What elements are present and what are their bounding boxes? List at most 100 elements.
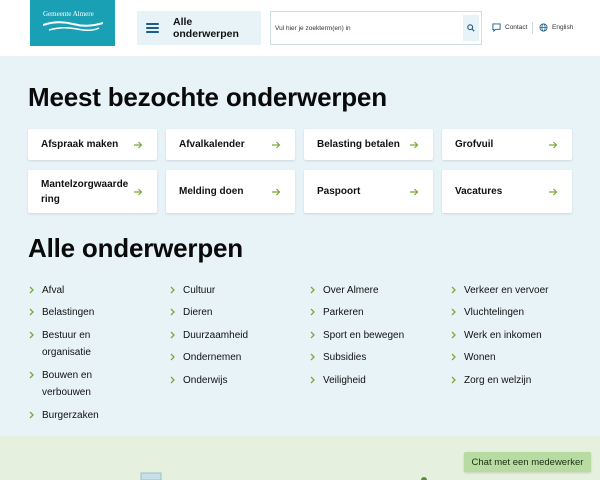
- topic-card-label: Afspraak maken: [41, 139, 119, 150]
- topic-link-label: Afval: [42, 285, 65, 296]
- search-box: [270, 11, 482, 45]
- topic-card-label: Paspoort: [317, 186, 361, 197]
- topic-link-bestuur-en-organisatie[interactable]: Bestuur en organisatie: [29, 327, 119, 361]
- topic-link-label: Burgerzaken: [42, 410, 99, 421]
- topic-link-ondernemen[interactable]: Ondernemen: [170, 349, 241, 366]
- topic-link-vluchtelingen[interactable]: Vluchtelingen: [451, 304, 524, 321]
- arrow-right-icon: [549, 188, 558, 195]
- chevron-right-icon: [451, 286, 456, 294]
- search-button[interactable]: [463, 15, 479, 41]
- chevron-right-icon: [29, 371, 34, 379]
- topic-link-duurzaamheid[interactable]: Duurzaamheid: [170, 327, 248, 344]
- chevron-right-icon: [451, 353, 456, 361]
- chevron-right-icon: [29, 286, 34, 294]
- chevron-right-icon: [170, 376, 175, 384]
- topic-link-subsidies[interactable]: Subsidies: [310, 349, 366, 366]
- topic-link-label: Cultuur: [183, 285, 216, 296]
- contact-label: Contact: [505, 24, 528, 31]
- chevron-right-icon: [29, 331, 34, 339]
- topic-link-label: Over Almere: [323, 285, 379, 296]
- topic-link-label: Belastingen: [42, 307, 95, 318]
- topic-link-veiligheid[interactable]: Veiligheid: [310, 372, 366, 389]
- topic-link-werk-en-inkomen[interactable]: Werk en inkomen: [451, 327, 542, 344]
- topic-link-bouwen-en-verbouwen[interactable]: Bouwen en verbouwen: [29, 367, 109, 401]
- topic-link-label: Wonen: [464, 352, 496, 363]
- topic-card-grofvuil[interactable]: Grofvuil: [442, 129, 572, 160]
- arrow-right-icon: [410, 141, 419, 148]
- logo-wave-icon: [43, 21, 103, 32]
- topic-card-mantelzorgwaardering[interactable]: Mantelzorgwaardering: [28, 170, 157, 213]
- topic-link-burgerzaken[interactable]: Burgerzaken: [29, 407, 99, 424]
- most-visited-heading: Meest bezochte onderwerpen: [28, 82, 387, 112]
- chevron-right-icon: [451, 308, 456, 316]
- arrow-right-icon: [134, 141, 143, 148]
- chevron-right-icon: [310, 331, 315, 339]
- contact-link[interactable]: Contact: [492, 23, 527, 32]
- chevron-right-icon: [29, 411, 34, 419]
- language-label: English: [552, 24, 574, 31]
- topic-link-label: Onderwijs: [183, 375, 228, 386]
- topic-link-belastingen[interactable]: Belastingen: [29, 304, 94, 321]
- topic-link-verkeer-en-vervoer[interactable]: Verkeer en vervoer: [451, 282, 549, 299]
- topic-link-label: Bestuur en organisatie: [42, 330, 91, 358]
- chevron-right-icon: [451, 376, 456, 384]
- topic-link-over-almere[interactable]: Over Almere: [310, 282, 379, 299]
- chevron-right-icon: [170, 286, 175, 294]
- chat-with-employee-button[interactable]: Chat met een medewerker: [464, 452, 591, 472]
- logo-text: Gemeente Almere: [43, 10, 94, 18]
- topic-card-label: Grofvuil: [455, 139, 494, 150]
- topic-link-wonen[interactable]: Wonen: [451, 349, 496, 366]
- gemeente-almere-logo[interactable]: Gemeente Almere: [30, 0, 115, 46]
- topic-card-vacatures[interactable]: Vacatures: [442, 170, 572, 213]
- globe-icon: [539, 23, 548, 32]
- chevron-right-icon: [170, 331, 175, 339]
- topic-link-onderwijs[interactable]: Onderwijs: [170, 372, 227, 389]
- topic-link-label: Parkeren: [323, 307, 364, 318]
- topic-link-label: Vluchtelingen: [464, 307, 525, 318]
- topic-link-label: Subsidies: [323, 352, 367, 363]
- topic-link-label: Dieren: [183, 307, 213, 318]
- chat-bubble-icon: [492, 23, 501, 32]
- topic-card-label: Melding doen: [179, 186, 244, 197]
- topic-card-afvalkalender[interactable]: Afvalkalender: [166, 129, 295, 160]
- chevron-right-icon: [310, 308, 315, 316]
- topic-link-label: Sport en bewegen: [323, 330, 405, 341]
- all-topics-heading: Alle onderwerpen: [28, 233, 243, 263]
- topic-link-afval[interactable]: Afval: [29, 282, 64, 299]
- hamburger-icon: [146, 23, 159, 33]
- topic-card-paspoort[interactable]: Paspoort: [304, 170, 433, 213]
- topic-link-dieren[interactable]: Dieren: [170, 304, 212, 321]
- menu-button-label: Alle onderwerpen: [172, 16, 239, 40]
- topic-card-label: Vacatures: [455, 186, 503, 197]
- topic-card-melding-doen[interactable]: Melding doen: [166, 170, 295, 213]
- arrow-right-icon: [134, 188, 143, 195]
- search-icon: [467, 24, 475, 32]
- illustration-dot-icon: [421, 477, 427, 480]
- language-link[interactable]: English: [539, 23, 573, 32]
- topic-card-label: Mantelzorgwaardering: [41, 178, 129, 205]
- chevron-right-icon: [451, 331, 456, 339]
- topic-card-afspraak-maken[interactable]: Afspraak maken: [28, 129, 157, 160]
- chevron-right-icon: [310, 353, 315, 361]
- topic-link-label: Duurzaamheid: [183, 330, 249, 341]
- header-divider: [532, 22, 533, 34]
- chevron-right-icon: [29, 308, 34, 316]
- arrow-right-icon: [549, 141, 558, 148]
- illustration-fragment-icon: [140, 472, 162, 480]
- topic-card-belasting-betalen[interactable]: Belasting betalen: [304, 129, 433, 160]
- topic-link-label: Ondernemen: [183, 352, 242, 363]
- topic-card-label: Belasting betalen: [317, 139, 400, 150]
- topic-link-parkeren[interactable]: Parkeren: [310, 304, 364, 321]
- all-topics-menu-button[interactable]: Alle onderwerpen: [137, 11, 261, 45]
- chevron-right-icon: [170, 353, 175, 361]
- arrow-right-icon: [272, 141, 281, 148]
- chevron-right-icon: [310, 376, 315, 384]
- topic-link-cultuur[interactable]: Cultuur: [170, 282, 215, 299]
- chevron-right-icon: [310, 286, 315, 294]
- search-input[interactable]: [275, 12, 461, 44]
- topic-card-label: Afvalkalender: [179, 139, 245, 150]
- topic-link-label: Zorg en welzijn: [464, 375, 532, 386]
- topic-link-zorg-en-welzijn[interactable]: Zorg en welzijn: [451, 372, 531, 389]
- topic-link-label: Veiligheid: [323, 375, 366, 386]
- topic-link-sport-en-bewegen[interactable]: Sport en bewegen: [310, 327, 404, 344]
